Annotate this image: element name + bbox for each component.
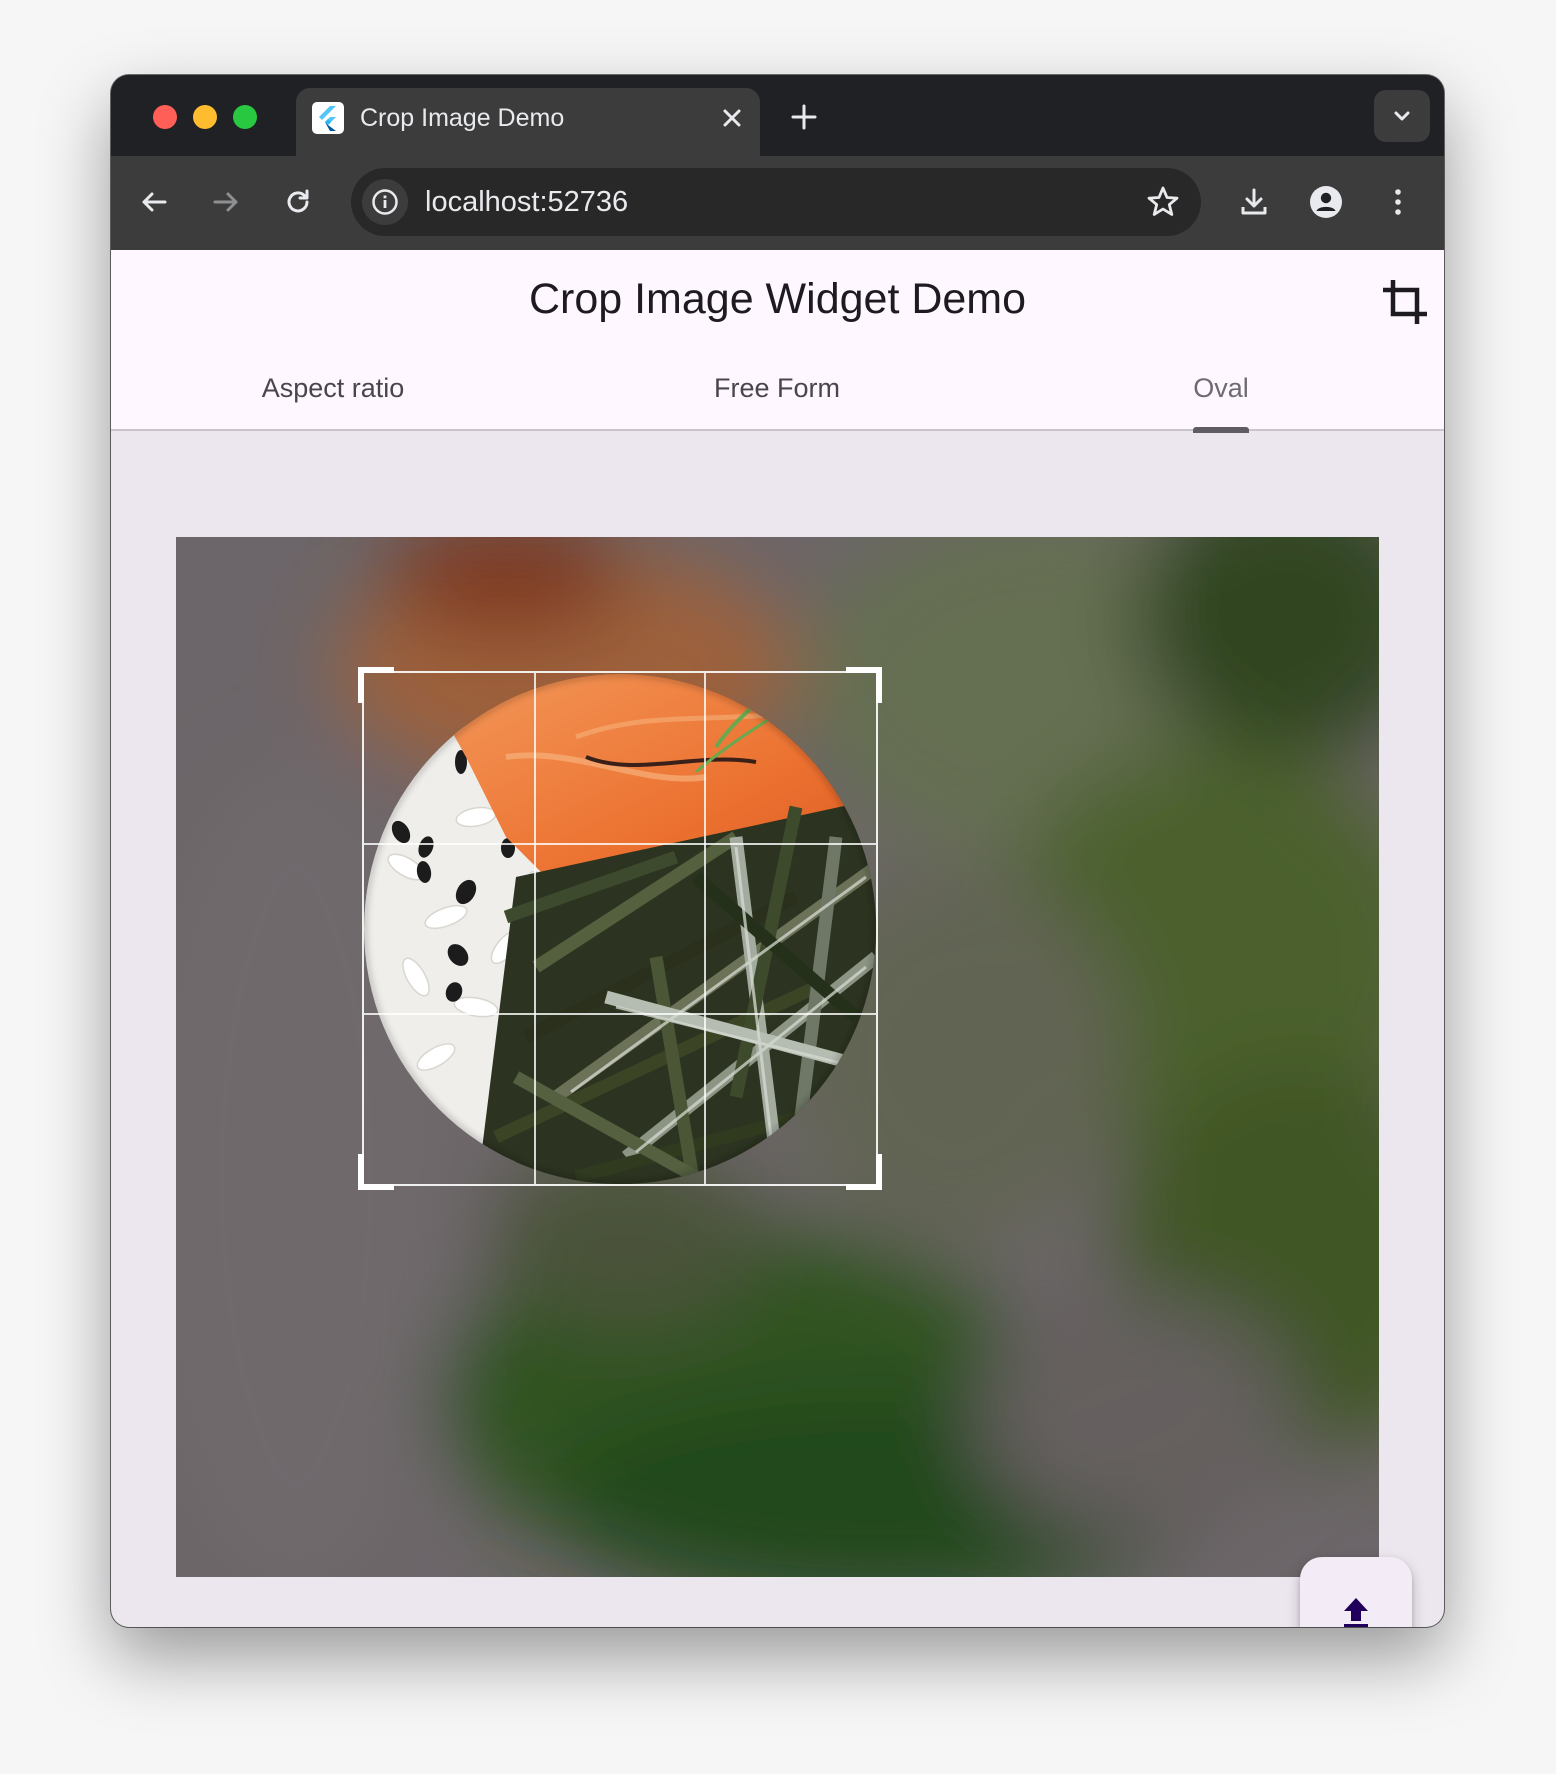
site-info-button[interactable]: [362, 179, 408, 225]
grid-line: [704, 673, 706, 1184]
corner-handle-bottom-right[interactable]: [846, 1154, 882, 1190]
minimize-window-button[interactable]: [193, 105, 217, 129]
arrow-left-icon: [142, 192, 167, 212]
browser-toolbar: localhost:52736: [111, 156, 1444, 250]
info-icon: [372, 189, 398, 215]
maximize-window-button[interactable]: [233, 105, 257, 129]
tab-free-form[interactable]: Free Form: [555, 346, 999, 431]
grid-line: [534, 673, 536, 1184]
tab-oval[interactable]: Oval: [999, 346, 1443, 431]
url-text[interactable]: localhost:52736: [425, 186, 628, 218]
close-window-button[interactable]: [153, 105, 177, 129]
flutter-logo-icon: [312, 102, 344, 134]
reload-icon: [287, 189, 309, 213]
forward-button[interactable]: [203, 179, 249, 225]
menu-button[interactable]: [1375, 179, 1421, 225]
grid-line: [364, 1013, 876, 1015]
plus-icon[interactable]: [784, 97, 824, 137]
corner-handle-top-left[interactable]: [358, 667, 394, 703]
browser-tab[interactable]: Crop Image Demo: [296, 88, 760, 156]
crop-canvas[interactable]: [176, 537, 1379, 1577]
download-button[interactable]: [1231, 179, 1277, 225]
profile-button[interactable]: [1303, 179, 1349, 225]
tab-aspect-ratio[interactable]: Aspect ratio: [111, 346, 555, 431]
profile-icon: [1310, 186, 1342, 218]
address-bar[interactable]: localhost:52736: [351, 168, 1201, 236]
chevron-down-icon: [1394, 111, 1410, 121]
tab-bar: Aspect ratio Free Form Oval: [111, 346, 1444, 431]
app-bar: Crop Image Widget Demo: [111, 250, 1444, 346]
corner-handle-bottom-left[interactable]: [358, 1154, 394, 1190]
grid-line: [364, 843, 876, 845]
browser-window: Crop Image Demo localhost:52736 Crop Ima…: [111, 75, 1444, 1627]
tab-search-button[interactable]: [1374, 90, 1430, 142]
close-icon[interactable]: [714, 100, 750, 136]
corner-handle-top-right[interactable]: [846, 667, 882, 703]
tab-title: Crop Image Demo: [360, 104, 565, 132]
crop-selection[interactable]: [358, 667, 882, 1190]
page-title: Crop Image Widget Demo: [528, 275, 1027, 323]
tab-indicator: [1193, 427, 1249, 433]
upload-icon: [1344, 1598, 1368, 1627]
star-icon[interactable]: [1143, 182, 1183, 222]
arrow-right-icon: [213, 192, 238, 212]
more-vert-icon: [1395, 189, 1401, 215]
page-content: Crop Image Widget Demo Aspect ratio Free…: [111, 250, 1444, 1627]
tab-strip: Crop Image Demo: [111, 75, 1444, 156]
upload-button[interactable]: [1300, 1557, 1412, 1627]
crop-icon[interactable]: [1378, 275, 1432, 329]
reload-button[interactable]: [275, 179, 321, 225]
back-button[interactable]: [131, 179, 177, 225]
download-icon: [1241, 188, 1267, 215]
